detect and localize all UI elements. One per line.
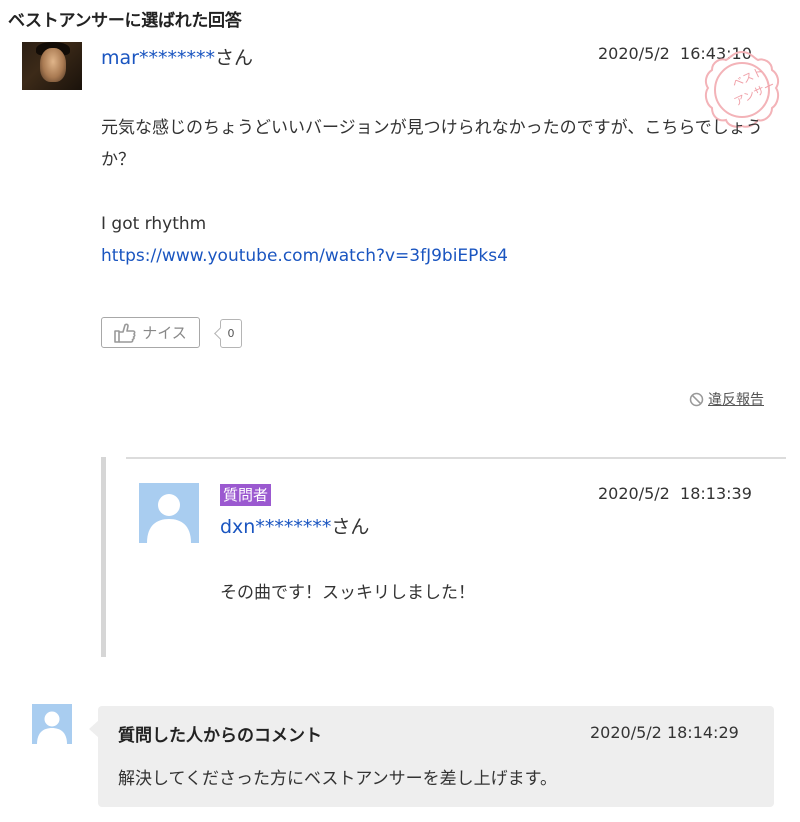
nice-count: 0 (220, 319, 242, 348)
thumbs-up-icon (114, 323, 136, 343)
commenter-avatar (32, 704, 72, 744)
reply-divider (126, 457, 786, 459)
answer-body: 元気な感じのちょうどいいバージョンが見つけられなかったのですが、こちらでしょうか… (101, 112, 771, 272)
prohibit-icon (689, 392, 704, 406)
reply-text: その曲です！スッキリしました！ (220, 583, 475, 603)
answer-paragraph: 元気な感じのちょうどいいバージョンが見つけられなかったのですが、こちらでしょうか… (101, 118, 763, 170)
questioner-honorific: さん (331, 516, 370, 538)
nice-label: ナイス (142, 324, 187, 342)
answerer-avatar[interactable] (22, 42, 82, 90)
questioner-avatar[interactable] (139, 483, 199, 543)
comment-date: 2020/5/2 18:14:29 (590, 723, 739, 742)
questioner-badge: 質問者 (220, 484, 272, 506)
default-user-icon (37, 711, 67, 744)
section-title: ベストアンサーに選ばれた回答 (8, 11, 242, 31)
asker-comment-box: 質問した人からのコメント 2020/5/2 18:14:29 解決してくださった… (89, 706, 774, 807)
nice-button[interactable]: ナイス (101, 317, 200, 348)
questioner-name-link[interactable]: dxn******** (220, 516, 331, 538)
answer-youtube-link[interactable]: https://www.youtube.com/watch?v=3fJ9biEP… (101, 246, 508, 266)
reply-date: 2020/5/2 18:13:39 (598, 484, 752, 503)
answer-song-title: I got rhythm (101, 214, 207, 234)
answerer-name-link[interactable]: mar******** (101, 47, 215, 69)
questioner-name: dxn********さん (220, 512, 369, 539)
comment-title: 質問した人からのコメント (118, 726, 322, 746)
report-link[interactable]: 違反報告 (689, 389, 764, 409)
comment-text: 解決してくださった方にベストアンサーを差し上げます。 (118, 769, 557, 789)
answerer-name: mar********さん (101, 43, 253, 70)
reply-thread-bar (101, 457, 106, 657)
default-user-icon (147, 494, 191, 543)
report-label[interactable]: 違反報告 (708, 389, 764, 409)
answerer-honorific: さん (214, 47, 253, 69)
